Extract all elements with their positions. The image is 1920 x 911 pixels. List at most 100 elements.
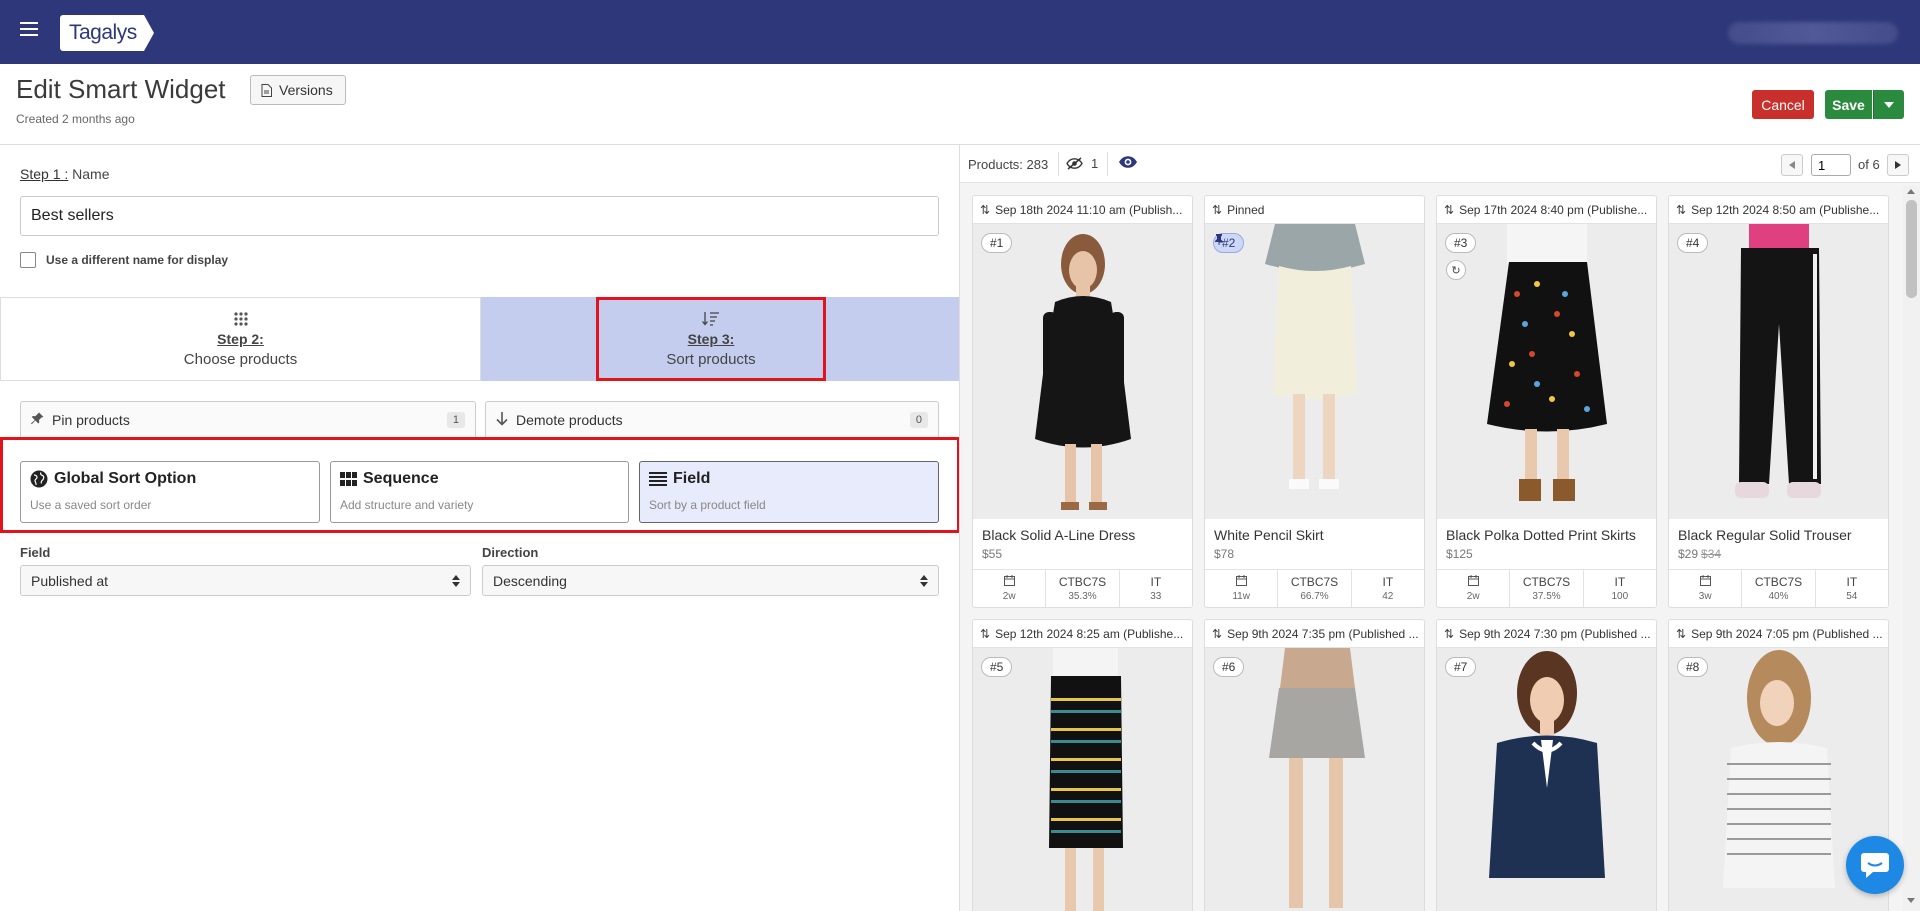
product-price: $29 $34: [1669, 543, 1888, 561]
card-header-text: Sep 17th 2024 8:40 pm (Publishe...: [1459, 202, 1648, 217]
card-sort-header: ⇅ Sep 9th 2024 7:30 pm (Published ...: [1437, 620, 1656, 648]
document-icon: [261, 83, 272, 97]
next-page-button[interactable]: [1887, 154, 1909, 176]
card-header-text: Sep 9th 2024 7:30 pm (Published ...: [1459, 626, 1651, 641]
hidden-products-toggle[interactable]: 1: [1066, 156, 1098, 171]
created-timestamp: Created 2 months ago: [16, 112, 135, 126]
save-options-dropdown[interactable]: [1873, 90, 1904, 119]
chevron-right-icon: [1895, 161, 1901, 169]
product-card[interactable]: ⇅ Sep 18th 2024 11:10 am (Publish... #1 B…: [972, 195, 1193, 608]
demote-count-badge: 0: [909, 412, 928, 428]
ctbc-label: CTBC7S: [1522, 575, 1571, 589]
pin-products-button[interactable]: Pin products 1: [20, 401, 476, 439]
widget-name-input[interactable]: [20, 196, 939, 236]
tab-step2-choose-products[interactable]: Step 2: Choose products: [0, 297, 481, 381]
eye-icon[interactable]: [1118, 155, 1138, 169]
arrow-down-icon: [496, 411, 508, 429]
cancel-button[interactable]: Cancel: [1752, 90, 1814, 119]
ctbc-label: CTBC7S: [1290, 575, 1339, 589]
chat-support-button[interactable]: [1846, 836, 1904, 894]
step3-subtitle: Sort products: [666, 350, 756, 368]
field-select[interactable]: Published at: [20, 565, 471, 596]
step1-name-label: Name: [72, 166, 110, 182]
product-card[interactable]: ⇅ Sep 9th 2024 7:30 pm (Published ... #7: [1436, 619, 1657, 911]
field-select-value: Published at: [31, 572, 109, 589]
product-name: Black Polka Dotted Print Skirts: [1446, 527, 1636, 543]
eye-slash-icon: [1066, 157, 1083, 170]
scroll-down-icon[interactable]: [1907, 898, 1915, 903]
product-card[interactable]: ⇅ Pinned #2 White Pencil Skirt $78 11w CT…: [1204, 195, 1425, 608]
demote-products-label: Demote products: [516, 412, 623, 428]
product-stats: 11w CTBC7S 66.7% IT 42: [1205, 569, 1424, 607]
product-image: #5: [973, 648, 1192, 911]
sort-arrows-icon: ⇅: [1676, 626, 1687, 641]
direction-select-value: Descending: [493, 572, 567, 589]
pin-count-badge: 1: [446, 412, 465, 428]
demote-products-button[interactable]: Demote products 0: [485, 401, 939, 439]
prev-page-button[interactable]: [1781, 154, 1803, 176]
global-sort-option[interactable]: Global Sort Option Use a saved sort orde…: [20, 461, 320, 523]
it-label: IT: [1614, 575, 1626, 589]
tab-step3-sort-products[interactable]: Step 3: Sort products: [596, 297, 826, 381]
card-sort-header: ⇅ Sep 9th 2024 7:35 pm (Published ...: [1205, 620, 1424, 648]
scrollbar-thumb[interactable]: [1906, 200, 1917, 298]
it-value: 33: [1150, 591, 1162, 602]
product-price-value: $125: [1446, 547, 1473, 561]
toolbar-separator: [1107, 152, 1108, 176]
field-subtitle: Sort by a product field: [649, 498, 766, 512]
sequence-subtitle: Add structure and variety: [340, 498, 474, 512]
step1-step: Step 1 :: [20, 166, 69, 182]
product-card[interactable]: ⇅ Sep 12th 2024 8:50 am (Publishe... #4 B…: [1668, 195, 1889, 608]
user-account-menu[interactable]: [1728, 22, 1898, 44]
hidden-count: 1: [1091, 156, 1099, 171]
page-input[interactable]: [1811, 154, 1851, 176]
list-lines-icon: [649, 472, 667, 486]
product-age: 3w: [1698, 591, 1712, 602]
it-value: 42: [1382, 591, 1394, 602]
calendar-icon: [1003, 575, 1015, 586]
pin-products-label: Pin products: [52, 412, 130, 428]
rank-badge: #4: [1677, 233, 1709, 253]
grid-dots-icon: [233, 311, 248, 326]
product-card[interactable]: ⇅ Sep 12th 2024 8:25 am (Publishe... #5: [972, 619, 1193, 911]
display-name-checkbox[interactable]: [20, 252, 36, 268]
product-age: 2w: [1466, 591, 1480, 602]
product-price-value: $29: [1678, 547, 1699, 561]
it-value: 100: [1611, 591, 1629, 602]
calendar-icon: [1235, 575, 1247, 586]
chat-bubble-icon: [1861, 853, 1889, 878]
product-price: $55: [973, 543, 1192, 561]
ctbc-value: 40%: [1768, 591, 1789, 602]
product-image: #6: [1205, 648, 1424, 911]
card-sort-header: ⇅ Sep 18th 2024 11:10 am (Publish...: [973, 196, 1192, 224]
ctbc-label: CTBC7S: [1754, 575, 1803, 589]
product-stats: 2w CTBC7S 35.3% IT 33: [973, 569, 1192, 607]
product-name: White Pencil Skirt: [1214, 527, 1324, 543]
product-card[interactable]: ⇅ Sep 17th 2024 8:40 pm (Publishe... #3 ↻…: [1436, 195, 1657, 608]
product-name: Black Solid A-Line Dress: [982, 527, 1136, 543]
product-card[interactable]: ⇅ Sep 9th 2024 7:35 pm (Published ... #6: [1204, 619, 1425, 911]
product-toolbar: [960, 145, 1920, 183]
it-label: IT: [1382, 575, 1394, 589]
versions-button[interactable]: Versions: [250, 75, 346, 105]
field-title: Field: [673, 470, 711, 487]
toolbar-separator: [1058, 152, 1059, 176]
menu-icon[interactable]: [20, 22, 38, 38]
rank-badge: #3: [1445, 233, 1477, 253]
sort-arrows-icon: ⇅: [1444, 626, 1455, 641]
grid-icon: [340, 472, 357, 486]
field-option[interactable]: Field Sort by a product field: [639, 461, 939, 523]
card-sort-header: ⇅ Sep 12th 2024 8:25 am (Publishe...: [973, 620, 1192, 648]
sequence-option[interactable]: Sequence Add structure and variety: [330, 461, 629, 523]
direction-select[interactable]: Descending: [482, 565, 939, 596]
product-image: #1: [973, 224, 1192, 519]
logo-text: Tagalys: [69, 21, 137, 44]
rank-badge: #6: [1213, 657, 1245, 677]
sort-arrows-icon: ⇅: [1676, 202, 1687, 217]
logo[interactable]: Tagalys: [60, 15, 154, 51]
save-button[interactable]: Save: [1825, 90, 1872, 119]
ctbc-label: CTBC7S: [1058, 575, 1107, 589]
scroll-up-icon[interactable]: [1907, 189, 1915, 194]
sort-arrows-icon: ⇅: [980, 626, 991, 641]
card-sort-header: ⇅ Sep 12th 2024 8:50 am (Publishe...: [1669, 196, 1888, 224]
